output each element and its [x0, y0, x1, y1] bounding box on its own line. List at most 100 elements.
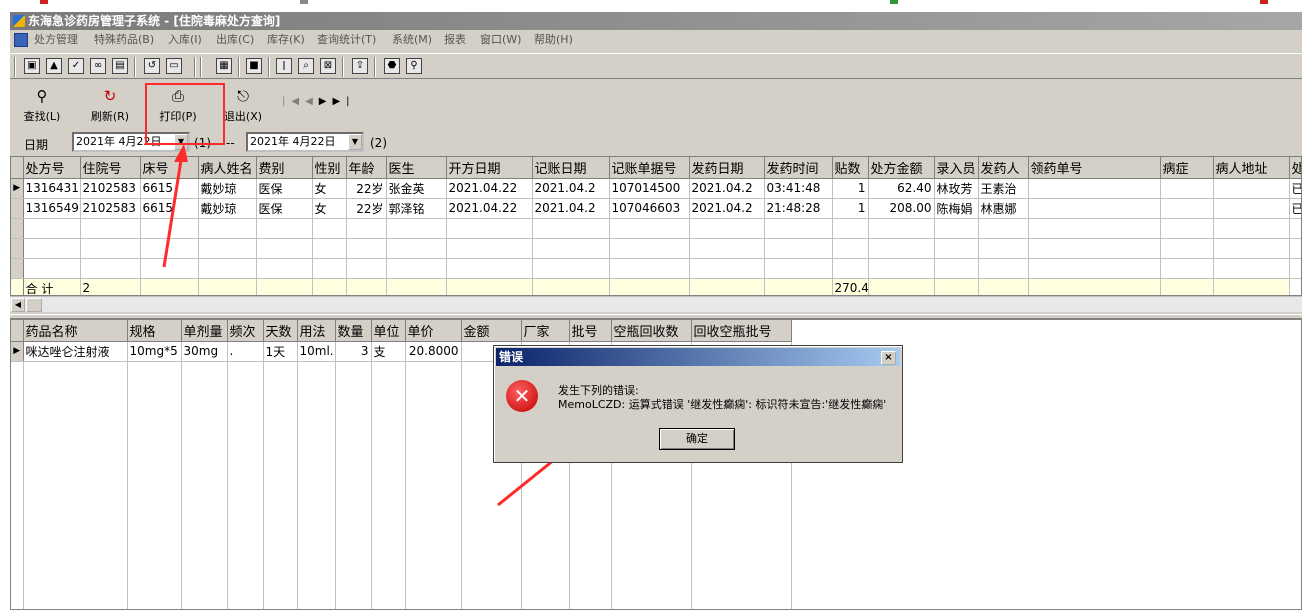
col-header[interactable]: 病症 — [1160, 157, 1214, 179]
date-to-picker[interactable]: 2021年 4月22日 ▼ — [246, 132, 364, 152]
table-cell[interactable]: 1 — [832, 178, 869, 199]
table-cell[interactable]: 6615 — [140, 198, 199, 219]
col-header[interactable]: 床号 — [140, 157, 199, 179]
table-cell[interactable]: 2021.04.2 — [532, 178, 610, 199]
table-cell[interactable]: 1天 — [263, 341, 298, 362]
export-icon[interactable]: ⇪ — [352, 58, 368, 74]
col-header[interactable]: 回收空瓶批号 — [691, 320, 792, 342]
col-header[interactable]: 发药时间 — [764, 157, 833, 179]
col-header[interactable]: 规格 — [127, 320, 182, 342]
close-grid-icon[interactable]: ⊠ — [320, 58, 336, 74]
col-header[interactable]: 数量 — [335, 320, 372, 342]
table-row[interactable]: 1316549 2102583 6615 戴妙琼 医保 女 22岁 郭泽铭 20… — [11, 198, 1301, 219]
col-header[interactable]: 录入员 — [934, 157, 979, 179]
check-icon[interactable]: ✓ — [68, 58, 84, 74]
col-header[interactable]: 单剂量 — [181, 320, 228, 342]
chevron-down-icon[interactable]: ▼ — [348, 134, 362, 150]
menu-stock-out[interactable]: 出库(C) — [216, 30, 254, 50]
cabinet-icon[interactable]: ■ — [246, 58, 262, 74]
col-header[interactable]: 发药人 — [978, 157, 1029, 179]
col-header[interactable]: 处方金额 — [868, 157, 935, 179]
find-button[interactable]: ⚲ 查找(L) — [20, 86, 64, 130]
col-header[interactable]: 厂家 — [521, 320, 570, 342]
col-header[interactable]: 记账单据号 — [609, 157, 690, 179]
table-cell[interactable]: 女 — [312, 198, 347, 219]
return-icon[interactable]: ↺ — [144, 58, 160, 74]
table-cell[interactable]: 医保 — [256, 198, 313, 219]
menu-system[interactable]: 系统(M) — [392, 30, 432, 50]
table-cell[interactable]: 2021.04.2 — [532, 198, 610, 219]
table-cell[interactable]: 王素治 — [978, 178, 1029, 199]
col-header[interactable]: 用法 — [297, 320, 336, 342]
binoculars-icon[interactable]: ∞ — [90, 58, 106, 74]
col-header[interactable]: 性别 — [312, 157, 347, 179]
table-cell[interactable]: 支 — [371, 341, 406, 362]
table-cell[interactable]: 戴妙琼 — [198, 198, 257, 219]
table-cell[interactable]: 2102583 — [80, 178, 141, 199]
col-header[interactable]: 处方号 — [23, 157, 81, 179]
zoom-icon[interactable]: ⚲ — [406, 58, 422, 74]
prev-record-icon[interactable]: ◀ — [305, 96, 319, 107]
table-cell[interactable] — [1028, 198, 1161, 219]
col-header[interactable]: 处 — [1289, 157, 1301, 179]
table-cell[interactable]: 林惠娜 — [978, 198, 1029, 219]
table-cell[interactable] — [1160, 178, 1214, 199]
next-record-icon[interactable]: ▶ — [319, 96, 333, 107]
menu-special-drugs[interactable]: 特殊药品(B) — [94, 30, 154, 50]
stop-icon[interactable]: ⬣ — [384, 58, 400, 74]
col-header[interactable]: 年龄 — [346, 157, 387, 179]
col-header[interactable]: 药品名称 — [23, 320, 128, 342]
thermometer-icon[interactable]: ǀ — [276, 58, 292, 74]
col-header[interactable]: 记账日期 — [532, 157, 610, 179]
table-cell[interactable]: 医保 — [256, 178, 313, 199]
mdi-window-icon[interactable] — [14, 33, 28, 47]
table-cell[interactable]: 咪达唑仑注射液 — [23, 341, 128, 362]
table-cell[interactable]: 已 — [1289, 198, 1301, 219]
table-cell[interactable] — [1160, 198, 1214, 219]
table-cell[interactable]: 2021.04.22 — [446, 178, 533, 199]
col-header[interactable]: 医生 — [386, 157, 447, 179]
table-cell[interactable]: 1316549 — [23, 198, 81, 219]
table-cell[interactable]: 2021.04.2 — [689, 178, 765, 199]
table-cell[interactable]: 张金英 — [386, 178, 447, 199]
scroll-thumb[interactable] — [26, 298, 42, 312]
table-cell[interactable] — [1213, 178, 1290, 199]
first-record-icon[interactable]: |◀ — [282, 96, 305, 107]
col-header[interactable]: 贴数 — [832, 157, 869, 179]
col-header[interactable]: 单价 — [405, 320, 462, 342]
table-cell[interactable]: 2021.04.22 — [446, 198, 533, 219]
col-header[interactable]: 频次 — [227, 320, 264, 342]
table-cell[interactable] — [1028, 178, 1161, 199]
col-header[interactable]: 单位 — [371, 320, 406, 342]
col-header[interactable]: 病人地址 — [1213, 157, 1290, 179]
col-header[interactable]: 费别 — [256, 157, 313, 179]
inventory-icon[interactable]: ▤ — [112, 58, 128, 74]
horizontal-scrollbar[interactable]: ◀ — [10, 296, 1302, 312]
table-cell[interactable]: 陈梅娟 — [934, 198, 979, 219]
table-cell[interactable]: 22岁 — [346, 178, 387, 199]
col-header[interactable]: 空瓶回收数 — [611, 320, 692, 342]
table-cell[interactable]: 2021.04.2 — [689, 198, 765, 219]
table-cell[interactable]: 6615 — [140, 178, 199, 199]
col-header[interactable]: 病人姓名 — [198, 157, 257, 179]
chart-icon[interactable]: ▦ — [216, 58, 232, 74]
table-cell[interactable]: 已 — [1289, 178, 1301, 199]
table-cell[interactable]: 208.00 — [868, 198, 935, 219]
col-header[interactable]: 天数 — [263, 320, 298, 342]
table-cell[interactable]: 女 — [312, 178, 347, 199]
menu-stock-in[interactable]: 入库(I) — [168, 30, 202, 50]
table-cell[interactable]: 林玫芳 — [934, 178, 979, 199]
search-icon[interactable]: ⌕ — [298, 58, 314, 74]
table-cell[interactable]: 3 — [335, 341, 372, 362]
card-icon[interactable]: ▭ — [166, 58, 182, 74]
bottle-icon[interactable]: ▲ — [46, 58, 62, 74]
col-header[interactable]: 发药日期 — [689, 157, 765, 179]
table-cell[interactable]: 107014500 — [609, 178, 690, 199]
table-cell[interactable]: 03:41:48 — [764, 178, 833, 199]
table-cell[interactable]: 21:48:28 — [764, 198, 833, 219]
col-header[interactable]: 开方日期 — [446, 157, 533, 179]
menu-window[interactable]: 窗口(W) — [480, 30, 521, 50]
table-row[interactable]: ▶ 1316431 2102583 6615 戴妙琼 医保 女 22岁 张金英 … — [11, 178, 1301, 199]
table-cell[interactable]: 22岁 — [346, 198, 387, 219]
table-cell[interactable]: 107046603 — [609, 198, 690, 219]
